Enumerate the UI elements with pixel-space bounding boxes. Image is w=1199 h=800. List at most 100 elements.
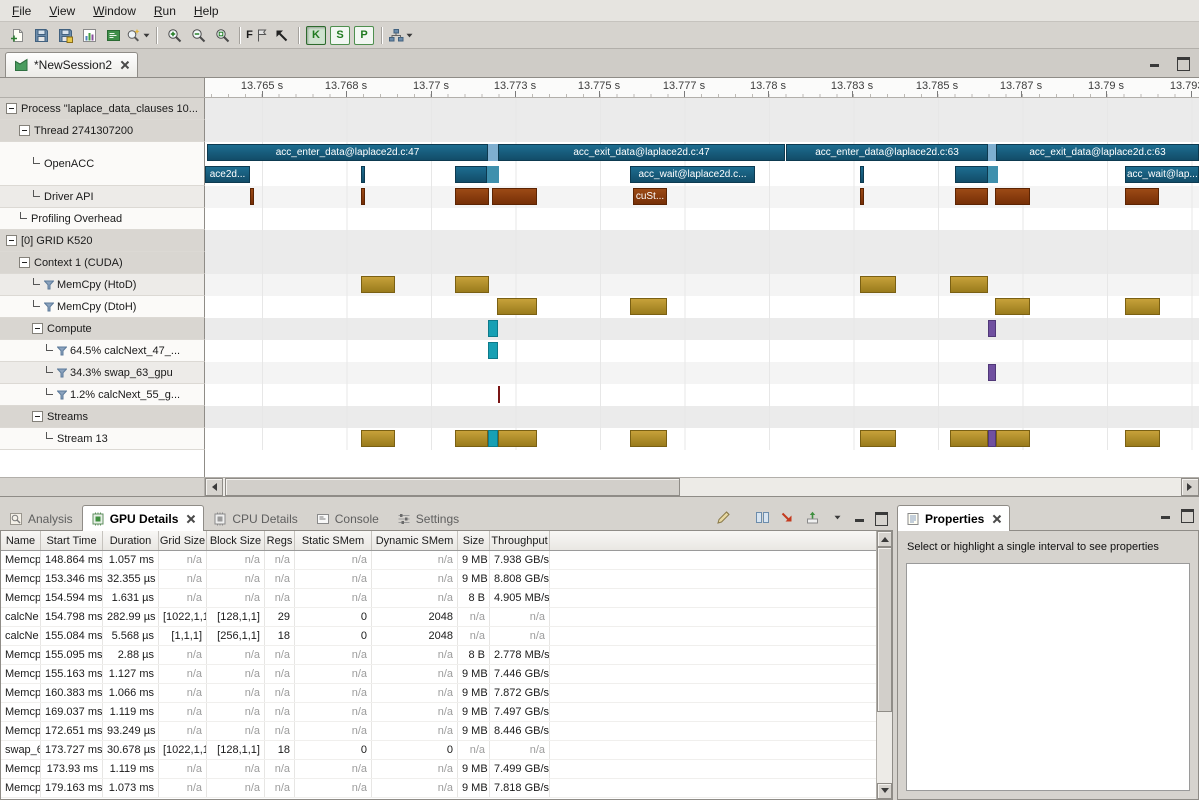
interval-drv[interactable] — [1125, 188, 1159, 205]
maximize-view-button[interactable] — [1177, 57, 1189, 68]
focus-selection-button[interactable] — [779, 509, 795, 525]
tree-item-context-1-cuda[interactable]: Context 1 (CUDA) — [0, 252, 205, 274]
column-header-duration[interactable]: Duration — [103, 531, 159, 550]
run-analysis-button[interactable] — [125, 24, 151, 46]
tab-analysis[interactable]: Analysis — [0, 506, 82, 530]
column-header-regs[interactable]: Regs — [265, 531, 295, 550]
interval-acc-exit-data-laplace2d-c-63[interactable]: acc_exit_data@laplace2d.c:63 — [996, 144, 1199, 161]
collapse-icon[interactable] — [32, 323, 43, 334]
scrollbar-thumb[interactable] — [225, 478, 680, 496]
properties-tab-close-icon[interactable] — [991, 514, 1001, 524]
tab-cpu-details[interactable]: CPU Details — [204, 506, 306, 530]
scroll-down-button[interactable] — [877, 783, 892, 799]
tree-item-thread-2741307200[interactable]: Thread 2741307200 — [0, 120, 205, 142]
tab-console[interactable]: Console — [307, 506, 388, 530]
export-button[interactable] — [804, 509, 820, 525]
interval-ace2d[interactable]: ace2d... — [205, 166, 250, 183]
session-tab-close-icon[interactable] — [119, 60, 129, 70]
interval-drv[interactable] — [250, 188, 254, 205]
interval-drv[interactable] — [492, 188, 537, 205]
toggle-process-view-button[interactable]: P — [354, 26, 374, 45]
interval-k2[interactable] — [988, 430, 996, 447]
column-header-start-time[interactable]: Start Time — [41, 531, 103, 550]
interval-k1[interactable] — [488, 320, 498, 337]
table-row[interactable]: Memcp155.163 ms1.127 msn/an/an/an/an/a9 … — [1, 665, 876, 684]
tree-item-profiling-overhead[interactable]: Profiling Overhead — [0, 208, 205, 230]
tree-item-0-grid-k520[interactable]: [0] GRID K520 — [0, 230, 205, 252]
tree-item-memcpy-dtoh[interactable]: MemCpy (DtoH) — [0, 296, 205, 318]
interval-accl2[interactable] — [487, 166, 499, 183]
minimize-details-button[interactable] — [854, 512, 866, 523]
tree-item-compute[interactable]: Compute — [0, 318, 205, 340]
collapse-icon[interactable] — [19, 125, 30, 136]
zoom-in-button[interactable] — [162, 24, 186, 46]
timeline-track-process-laplace-data-clauses-10[interactable] — [205, 98, 1199, 120]
interval-k1[interactable] — [488, 342, 498, 359]
table-row[interactable]: Memcp154.594 ms1.631 µsn/an/an/an/an/a8 … — [1, 589, 876, 608]
tree-item-34-3-swap-63-gpu[interactable]: 34.3% swap_63_gpu — [0, 362, 205, 384]
table-row[interactable]: calcNe155.084 ms5.568 µs[1,1,1][256,1,1]… — [1, 627, 876, 646]
collapse-icon[interactable] — [6, 103, 17, 114]
minimize-properties-button[interactable] — [1160, 509, 1172, 520]
interval-mem[interactable] — [950, 430, 988, 447]
interval-mem[interactable] — [860, 430, 896, 447]
timeline-track-openacc[interactable]: ace2d...acc_wait@laplace2d.c...acc_wait@… — [205, 164, 1199, 186]
interval-accl[interactable] — [988, 144, 996, 161]
timeline-track-34-3-swap-63-gpu[interactable] — [205, 362, 1199, 384]
table-vertical-scrollbar[interactable] — [876, 531, 892, 799]
interval-drv[interactable] — [361, 188, 365, 205]
scroll-left-button[interactable] — [205, 478, 223, 496]
save-session-button[interactable] — [29, 24, 53, 46]
interval-drv[interactable] — [860, 188, 864, 205]
interval-mem[interactable] — [455, 276, 489, 293]
show-console-button[interactable] — [101, 24, 125, 46]
interval-mem[interactable] — [630, 298, 667, 315]
interval-k2[interactable] — [988, 364, 996, 381]
interval-k3[interactable] — [498, 386, 500, 403]
go-to-selection-button[interactable] — [269, 24, 293, 46]
timeline-track-context-1-cuda[interactable] — [205, 252, 1199, 274]
timeline-track-stream-13[interactable] — [205, 428, 1199, 450]
tab-gpu-details[interactable]: GPU Details — [82, 505, 205, 531]
analysis-menu-button[interactable] — [387, 24, 414, 46]
interval-mem[interactable] — [950, 276, 988, 293]
interval-drv[interactable] — [455, 188, 489, 205]
tab-close-icon[interactable] — [185, 514, 195, 524]
interval-drv[interactable] — [995, 188, 1030, 205]
scrollbar-track[interactable] — [223, 478, 1181, 496]
tree-item-1-2-calcnext-55-g[interactable]: 1.2% calcNext_55_g... — [0, 384, 205, 406]
interval-acc-enter-data-laplace2d-c-47[interactable]: acc_enter_data@laplace2d.c:47 — [207, 144, 488, 161]
column-header-name[interactable]: Name — [1, 531, 41, 550]
column-header-throughput[interactable]: Throughput — [490, 531, 550, 550]
menu-window[interactable]: Window — [84, 1, 145, 21]
highlight-pen-button[interactable] — [715, 509, 731, 525]
interval-acc[interactable] — [860, 166, 864, 183]
column-header-block-size[interactable]: Block Size — [207, 531, 265, 550]
menu-run[interactable]: Run — [145, 1, 185, 21]
interval-k1[interactable] — [488, 430, 498, 447]
timeline-ruler[interactable]: 13.765 s13.768 s13.77 s13.773 s13.775 s1… — [205, 78, 1199, 97]
interval-mem[interactable] — [860, 276, 896, 293]
table-row[interactable]: Memcp172.651 ms93.249 µsn/an/an/an/an/a9… — [1, 722, 876, 741]
table-row[interactable]: Memcp155.095 ms2.88 µsn/an/an/an/an/a8 B… — [1, 646, 876, 665]
scroll-up-button[interactable] — [877, 531, 892, 547]
interval-mem[interactable] — [1125, 298, 1160, 315]
zoom-out-button[interactable] — [186, 24, 210, 46]
column-header-static-smem[interactable]: Static SMem — [295, 531, 372, 550]
tree-item-stream-13[interactable]: Stream 13 — [0, 428, 205, 450]
timeline-track-thread-2741307200[interactable] — [205, 120, 1199, 142]
interval-acc[interactable] — [361, 166, 365, 183]
interval-mem[interactable] — [630, 430, 667, 447]
interval-mem[interactable] — [497, 298, 537, 315]
table-row[interactable]: Memcp179.163 ms1.073 msn/an/an/an/an/a9 … — [1, 779, 876, 798]
menu-view[interactable]: View — [40, 1, 84, 21]
interval-drv[interactable] — [955, 188, 988, 205]
timeline-track-profiling-overhead[interactable] — [205, 208, 1199, 230]
tree-item-64-5-calcnext-47[interactable]: 64.5% calcNext_47_... — [0, 340, 205, 362]
menu-help[interactable]: Help — [185, 1, 228, 21]
add-marker-button[interactable]: F — [245, 24, 269, 46]
interval-acc-enter-data-laplace2d-c-63[interactable]: acc_enter_data@laplace2d.c:63 — [786, 144, 988, 161]
interval-mem[interactable] — [361, 430, 395, 447]
table-row[interactable]: calcNe154.798 ms282.99 µs[1022,1,1][128,… — [1, 608, 876, 627]
timeline-track-driver-api[interactable]: cuSt... — [205, 186, 1199, 208]
